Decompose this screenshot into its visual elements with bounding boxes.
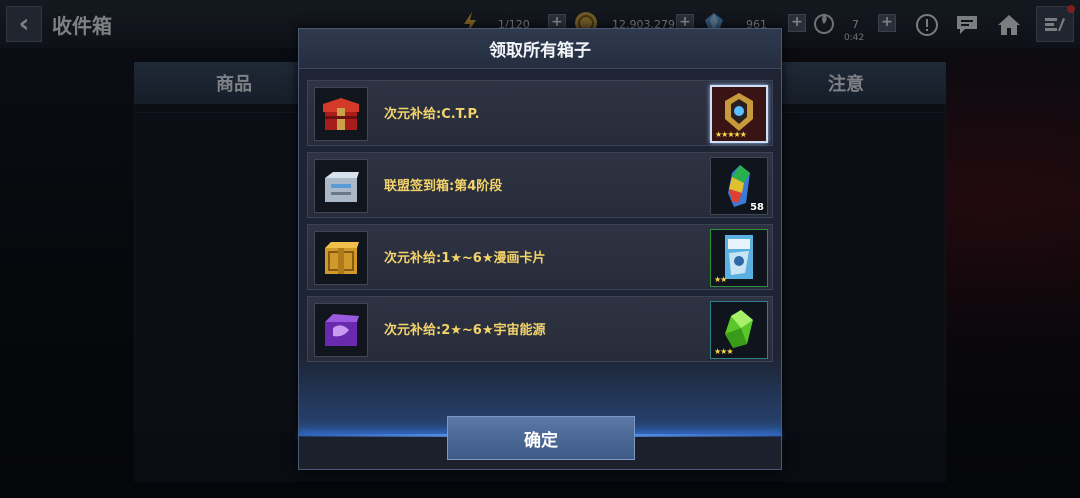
gold-comic-box-icon xyxy=(314,231,368,285)
cosmic-energy-crystal-icon xyxy=(725,310,753,348)
reward-row-label: 联盟签到箱:第4阶段 xyxy=(384,179,503,194)
reward-row: 次元补给:2★~6★宇宙能源 ★★★ xyxy=(307,296,773,362)
reward-item[interactable]: ★★★★★ xyxy=(710,85,768,143)
reward-row: 次元补给:C.T.P. ★★★★★ xyxy=(307,80,773,146)
red-supply-box-icon xyxy=(314,87,368,141)
reward-stars: ★★★★★ xyxy=(715,130,747,139)
reward-item[interactable]: ★★★ xyxy=(710,301,768,359)
silver-alliance-box-icon xyxy=(314,159,368,213)
reward-row: 联盟签到箱:第4阶段 58 xyxy=(307,152,773,218)
reward-row-label: 次元补给:2★~6★宇宙能源 xyxy=(384,323,546,338)
reward-stars: ★★ xyxy=(714,275,727,284)
purple-energy-box-icon xyxy=(314,303,368,357)
reward-row: 次元补给:1★~6★漫画卡片 ★★ xyxy=(307,224,773,290)
reward-item[interactable]: 58 xyxy=(710,157,768,215)
reward-row-label: 次元补给:C.T.P. xyxy=(384,107,480,122)
reward-item[interactable]: ★★ xyxy=(710,229,768,287)
claim-all-modal: 领取所有箱子 次元补给:C.T.P. ★★★★★ 联盟签到箱:第4阶段 58 次… xyxy=(298,28,782,470)
modal-title: 领取所有箱子 xyxy=(299,29,781,69)
confirm-button[interactable]: 确定 xyxy=(447,416,635,460)
reward-stars: ★★★ xyxy=(714,347,733,356)
reward-quantity: 58 xyxy=(750,202,764,213)
reward-row-label: 次元补给:1★~6★漫画卡片 xyxy=(384,251,546,266)
